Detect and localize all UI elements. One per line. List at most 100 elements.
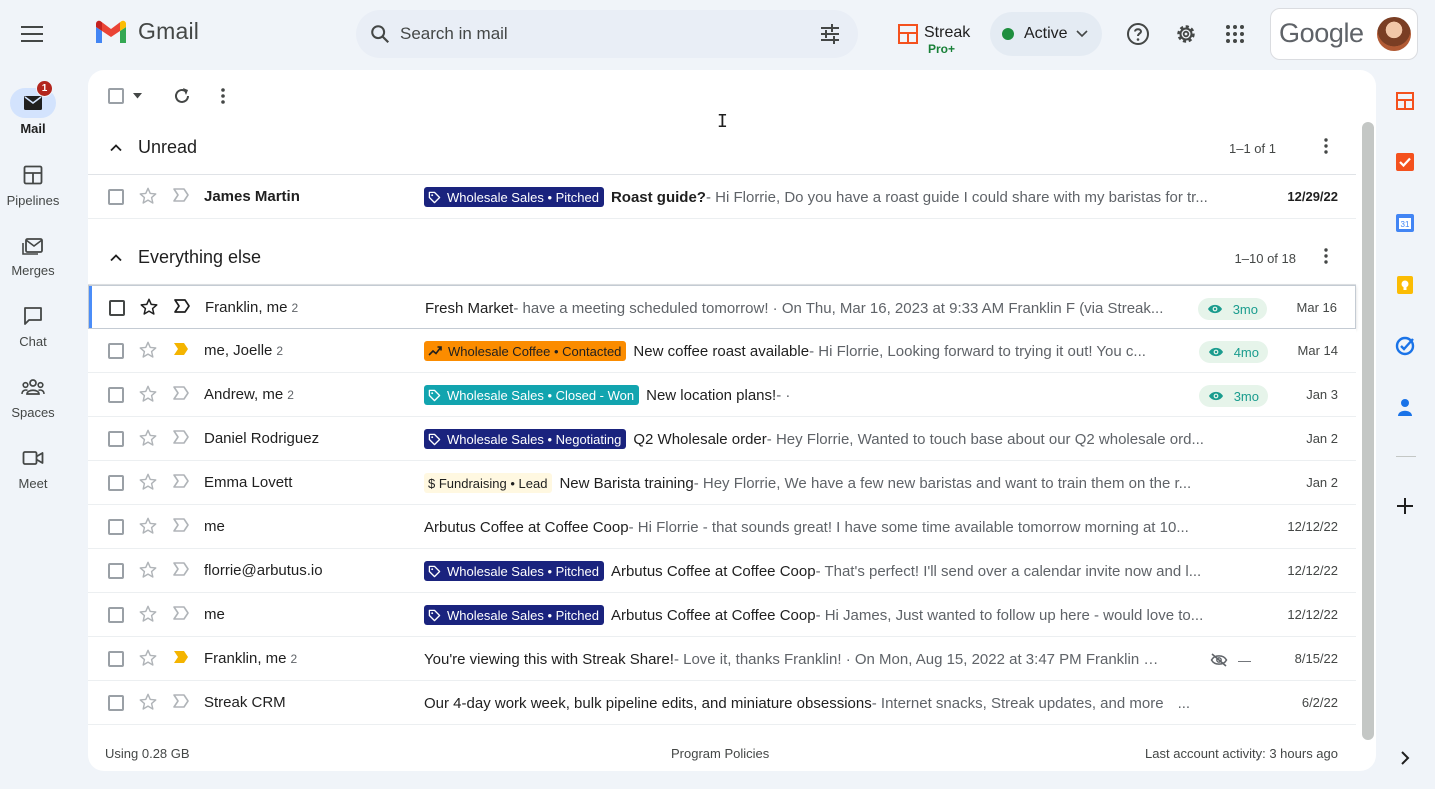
gmail-logo[interactable]: Gmail [94, 18, 199, 45]
important-marker-icon[interactable] [173, 298, 191, 319]
star-icon[interactable] [138, 516, 158, 541]
star-icon[interactable] [138, 186, 158, 211]
star-icon[interactable] [138, 692, 158, 717]
important-marker-icon[interactable] [172, 561, 190, 582]
row-content[interactable]: $ Fundraising • Lead New Barista training… [424, 472, 1236, 494]
important-marker-icon[interactable] [172, 473, 190, 494]
more-vert-icon[interactable] [1316, 136, 1336, 156]
email-row[interactable]: Andrew, me 2 Wholesale Sales • Closed - Wo… [88, 373, 1356, 417]
streak-box-tag-pitched[interactable]: Wholesale Sales • Pitched [424, 605, 604, 625]
email-row[interactable]: Franklin, me 2 Fresh Market - have a meeti… [88, 285, 1356, 329]
row-content[interactable]: Wholesale Coffee • Contacted New coffee r… [424, 340, 1166, 362]
email-row[interactable]: me Arbutus Coffee at Coffee Coop - Hi Flo… [88, 505, 1356, 549]
important-marker-icon[interactable] [172, 605, 190, 626]
add-addon-button[interactable] [1394, 495, 1416, 517]
row-checkbox[interactable] [108, 607, 124, 623]
row-checkbox[interactable] [109, 300, 125, 316]
row-checkbox[interactable] [108, 343, 124, 359]
row-checkbox[interactable] [108, 651, 124, 667]
nav-meet[interactable]: Meet [0, 443, 66, 491]
row-checkbox[interactable] [108, 563, 124, 579]
row-checkbox[interactable] [108, 695, 124, 711]
streak-button[interactable]: Streak Pro+ [898, 22, 970, 56]
search-bar[interactable]: Search in mail [356, 10, 858, 58]
streak-box-tag-fundraising[interactable]: $ Fundraising • Lead [424, 473, 553, 493]
important-marker-icon[interactable] [172, 517, 190, 538]
scrollbar[interactable] [1362, 122, 1374, 740]
email-row[interactable]: me Wholesale Sales • Pitched Arbutus Coffe… [88, 593, 1356, 637]
row-content[interactable]: Arbutus Coffee at Coffee Coop - Hi Florr… [424, 516, 1236, 538]
google-tasks-button[interactable] [1394, 335, 1416, 357]
select-all-checkbox[interactable] [108, 88, 124, 104]
star-icon[interactable] [138, 472, 158, 497]
important-marker-icon[interactable] [172, 187, 190, 208]
nav-chat[interactable]: Chat [0, 301, 66, 349]
main-menu-button[interactable] [12, 14, 52, 54]
row-checkbox[interactable] [108, 431, 124, 447]
collapse-icon[interactable] [106, 248, 126, 268]
streak-box-tag-pitched[interactable]: Wholesale Sales • Pitched [424, 561, 604, 581]
email-row[interactable]: Streak CRM Our 4-day work week, bulk pipe… [88, 681, 1356, 725]
row-content[interactable]: Our 4-day work week, bulk pipeline edits… [424, 692, 1236, 714]
calendar-panel-button[interactable]: 31 [1394, 212, 1416, 234]
important-marker-icon[interactable] [172, 649, 190, 670]
streak-box-tag-pitched[interactable]: Wholesale Sales • Pitched [424, 187, 604, 207]
view-tracking-badge[interactable]: 3mo [1197, 298, 1267, 320]
streak-panel-button[interactable] [1394, 90, 1416, 112]
view-tracking-badge[interactable]: 3mo [1198, 385, 1268, 407]
email-row[interactable]: florrie@arbutus.io Wholesale Sales • Pitc… [88, 549, 1356, 593]
contacts-panel-button[interactable] [1394, 396, 1416, 418]
view-tracking-badge[interactable]: 4mo [1198, 341, 1268, 363]
row-content[interactable]: Wholesale Sales • Pitched Arbutus Coffee … [424, 604, 1236, 626]
important-marker-icon[interactable] [172, 429, 190, 450]
important-marker-icon[interactable] [172, 385, 190, 406]
important-marker-icon[interactable] [172, 693, 190, 714]
tasks-panel-button[interactable] [1394, 151, 1416, 173]
important-marker-icon[interactable] [172, 341, 190, 362]
nav-mail[interactable]: 1 Mail [0, 80, 66, 136]
status-selector[interactable]: Active [990, 12, 1102, 56]
program-policies-link[interactable]: Program Policies [671, 746, 769, 761]
row-checkbox[interactable] [108, 387, 124, 403]
select-dropdown-icon[interactable] [133, 93, 142, 99]
row-content[interactable]: Wholesale Sales • Pitched Arbutus Coffee … [424, 560, 1236, 582]
search-input[interactable]: Search in mail [400, 24, 508, 44]
row-checkbox[interactable] [108, 519, 124, 535]
nav-spaces[interactable]: Spaces [0, 372, 66, 420]
refresh-icon[interactable] [172, 86, 192, 106]
email-row[interactable]: me, Joelle 2 Wholesale Coffee • Contacted N… [88, 329, 1356, 373]
row-content[interactable]: You're viewing this with Streak Share! -… [424, 648, 1166, 670]
row-content[interactable]: Wholesale Sales • Pitched Roast guide? - … [424, 186, 1236, 208]
star-icon[interactable] [138, 560, 158, 585]
email-row[interactable]: Franklin, me 2 You're viewing this with St… [88, 637, 1356, 681]
view-tracking-badge[interactable]: — [1201, 649, 1260, 671]
avatar[interactable] [1377, 17, 1411, 51]
apps-button[interactable] [1222, 21, 1248, 47]
star-icon[interactable] [138, 428, 158, 453]
streak-box-tag-contacted[interactable]: Wholesale Coffee • Contacted [424, 341, 627, 361]
streak-box-tag-negotiating[interactable]: Wholesale Sales • Negotiating [424, 429, 627, 449]
account-button[interactable]: Google [1270, 8, 1418, 60]
star-icon[interactable] [138, 384, 158, 409]
row-content[interactable]: Wholesale Sales • Negotiating Q2 Wholesal… [424, 428, 1236, 450]
more-vert-icon[interactable] [1316, 246, 1336, 266]
help-button[interactable] [1125, 21, 1151, 47]
section-unread[interactable]: Unread 1–1 of 1 [88, 126, 1356, 170]
email-row[interactable]: Emma Lovett $ Fundraising • Lead New Baris… [88, 461, 1356, 505]
star-icon[interactable] [138, 648, 158, 673]
star-icon[interactable] [139, 297, 159, 322]
search-options-icon[interactable] [818, 22, 842, 46]
email-row[interactable]: Daniel Rodriguez Wholesale Sales • Negoti… [88, 417, 1356, 461]
email-row[interactable]: James Martin Wholesale Sales • Pitched Roa… [88, 175, 1356, 219]
row-content[interactable]: Fresh Market - have a meeting scheduled … [425, 297, 1167, 319]
section-everything-else[interactable]: Everything else 1–10 of 18 [88, 236, 1356, 280]
more-vert-icon[interactable] [220, 87, 226, 105]
settings-button[interactable] [1173, 21, 1199, 47]
star-icon[interactable] [138, 340, 158, 365]
star-icon[interactable] [138, 604, 158, 629]
keep-panel-button[interactable] [1394, 274, 1416, 296]
nav-merges[interactable]: Merges [0, 230, 66, 278]
row-checkbox[interactable] [108, 189, 124, 205]
row-checkbox[interactable] [108, 475, 124, 491]
show-side-panel-button[interactable] [1394, 747, 1416, 769]
